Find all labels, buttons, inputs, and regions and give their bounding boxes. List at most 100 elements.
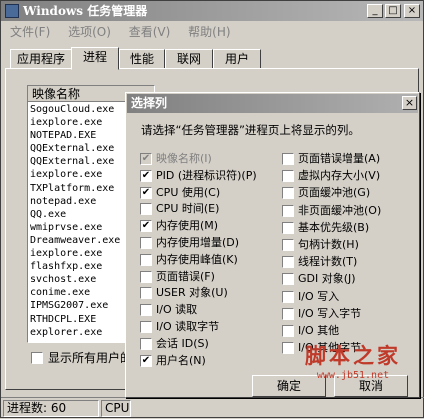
column-option[interactable]: CPU 时间(E) [140, 202, 280, 216]
column-option[interactable]: 句柄计数(H) [282, 238, 422, 252]
column-option[interactable]: 页面错误增量(A) [282, 152, 422, 166]
column-option[interactable]: I/O 读取 [140, 303, 280, 317]
column-checkbox[interactable] [282, 239, 294, 251]
column-option-label: I/O 其他字节 [298, 341, 362, 355]
column-option[interactable]: 线程计数(T) [282, 255, 422, 269]
column-option[interactable]: I/O 写入字节 [282, 307, 422, 321]
column-option[interactable]: 内存使用峰值(K) [140, 253, 280, 267]
column-option-label: 句柄计数(H) [298, 238, 359, 251]
column-option-label: 线程计数(T) [298, 255, 358, 269]
column-option-label: 内存使用增量(D) [156, 236, 240, 249]
column-option[interactable]: ✔ 内存使用(M) [140, 219, 280, 233]
column-option[interactable]: I/O 其他字节 [282, 341, 422, 355]
column-option[interactable]: I/O 写入 [282, 290, 422, 304]
status-process-count: 进程数: 60 [3, 400, 99, 417]
column-checkbox[interactable] [282, 325, 294, 337]
column-option-label: CPU 使用(C) [156, 185, 221, 199]
status-bar: 进程数: 60 CPU [1, 397, 424, 419]
column-option-label: 虚拟内存大小(V) [298, 169, 381, 183]
dialog-close-button[interactable]: × [402, 96, 417, 110]
column-option-label: PID (进程标识符)(P) [156, 168, 257, 182]
column-option[interactable]: GDI 对象(J) [282, 272, 422, 286]
column-checkbox[interactable] [140, 270, 152, 283]
column-checkbox[interactable] [140, 304, 152, 317]
column-option[interactable]: 页面缓冲池(G) [282, 186, 422, 200]
column-checkbox: ✔ [140, 153, 152, 165]
tab-applications[interactable]: 应用程序 [10, 49, 72, 69]
column-option[interactable]: 会话 ID(S) [140, 337, 280, 351]
column-checkbox[interactable] [282, 221, 294, 234]
column-option[interactable]: ✔ 用户名(N) [140, 354, 280, 368]
column-checkbox[interactable] [282, 153, 294, 165]
menu-view[interactable]: 查看(V) [122, 23, 178, 41]
show-all-users-label: 显示所有用户的 [48, 351, 133, 365]
app-icon [5, 4, 19, 18]
column-option[interactable]: 基本优先级(B) [282, 221, 422, 235]
column-checkbox[interactable] [282, 342, 294, 355]
column-checkbox[interactable] [282, 204, 294, 217]
column-option-label: 会话 ID(S) [156, 336, 209, 350]
right-column-options: 页面错误增量(A) 虚拟内存大小(V) 页面缓冲池(G) 非页面缓冲池(O) 基本优先级… [282, 152, 422, 362]
tab-users[interactable]: 用户 [213, 49, 261, 69]
close-button[interactable]: × [404, 4, 420, 18]
show-all-users-checkbox[interactable] [31, 352, 43, 364]
window-title: Windows 任务管理器 [1, 1, 423, 21]
column-checkbox[interactable] [282, 187, 294, 200]
ok-button[interactable]: 确定 [252, 375, 326, 397]
tab-performance[interactable]: 性能 [119, 49, 165, 69]
column-checkbox[interactable] [282, 290, 294, 303]
dialog-instruction: 请选择“任务管理器”进程页上将显示的列。 [141, 123, 360, 137]
column-option-label: I/O 写入 [298, 289, 340, 303]
column-option[interactable]: I/O 读取字节 [140, 320, 280, 334]
column-checkbox[interactable]: ✔ [140, 354, 152, 367]
column-option: ✔ 映像名称(I) [140, 152, 280, 166]
minimize-button[interactable]: _ [367, 4, 383, 18]
column-option[interactable]: ✔ CPU 使用(C) [140, 186, 280, 200]
select-columns-dialog: 选择列 × 请选择“任务管理器”进程页上将显示的列。 ✔ 映像名称(I) ✔ PID … [125, 92, 420, 398]
column-checkbox[interactable] [140, 287, 152, 300]
menu-bar: 文件(F) 选项(O) 查看(V) 帮助(H) [3, 23, 238, 41]
column-checkbox[interactable] [282, 273, 294, 286]
tab-processes[interactable]: 进程 [71, 47, 119, 70]
menu-file[interactable]: 文件(F) [3, 23, 57, 41]
column-option-label: 页面错误增量(A) [298, 152, 381, 165]
column-option-label: CPU 时间(E) [156, 202, 220, 216]
cancel-button[interactable]: 取消 [334, 375, 408, 397]
column-checkbox[interactable]: ✔ [140, 169, 152, 182]
column-checkbox[interactable]: ✔ [140, 220, 152, 233]
column-option[interactable]: 虚拟内存大小(V) [282, 169, 422, 183]
column-option[interactable]: 页面错误(F) [140, 270, 280, 284]
column-option[interactable]: USER 对象(U) [140, 286, 280, 300]
menu-options[interactable]: 选项(O) [61, 23, 118, 41]
column-checkbox[interactable] [282, 256, 294, 269]
column-option-label: 内存使用(M) [156, 219, 219, 233]
column-option-label: USER 对象(U) [156, 286, 228, 300]
column-option-label: I/O 写入字节 [298, 306, 362, 320]
column-checkbox[interactable] [140, 321, 152, 333]
column-option-label: I/O 读取字节 [156, 320, 220, 333]
left-column-options: ✔ 映像名称(I) ✔ PID (进程标识符)(P) ✔ CPU 使用(C) CPU 时间(… [140, 152, 280, 372]
column-checkbox[interactable] [140, 237, 152, 249]
column-option-label: I/O 读取 [156, 303, 198, 317]
column-option[interactable]: 内存使用增量(D) [140, 236, 280, 250]
column-checkbox[interactable] [282, 307, 294, 320]
column-option-label: 基本优先级(B) [298, 220, 370, 234]
dialog-title: 选择列 [127, 94, 418, 113]
column-option[interactable]: I/O 其他 [282, 324, 422, 338]
column-checkbox[interactable]: ✔ [140, 186, 152, 199]
column-option-label: GDI 对象(J) [298, 272, 356, 286]
column-option-label: 内存使用峰值(K) [156, 252, 238, 266]
column-option-label: 非页面缓冲池(O) [298, 203, 382, 217]
column-checkbox[interactable] [282, 170, 294, 183]
column-option-label: I/O 其他 [298, 324, 340, 337]
column-option-label: 页面错误(F) [156, 269, 215, 283]
column-option-label: 页面缓冲池(G) [298, 186, 371, 200]
column-checkbox[interactable] [140, 203, 152, 216]
column-checkbox[interactable] [140, 337, 152, 350]
column-option[interactable]: 非页面缓冲池(O) [282, 204, 422, 218]
menu-help[interactable]: 帮助(H) [181, 23, 237, 41]
column-option[interactable]: ✔ PID (进程标识符)(P) [140, 169, 280, 183]
tab-networking[interactable]: 联网 [165, 49, 213, 69]
column-checkbox[interactable] [140, 253, 152, 266]
maximize-button[interactable]: □ [385, 4, 401, 18]
